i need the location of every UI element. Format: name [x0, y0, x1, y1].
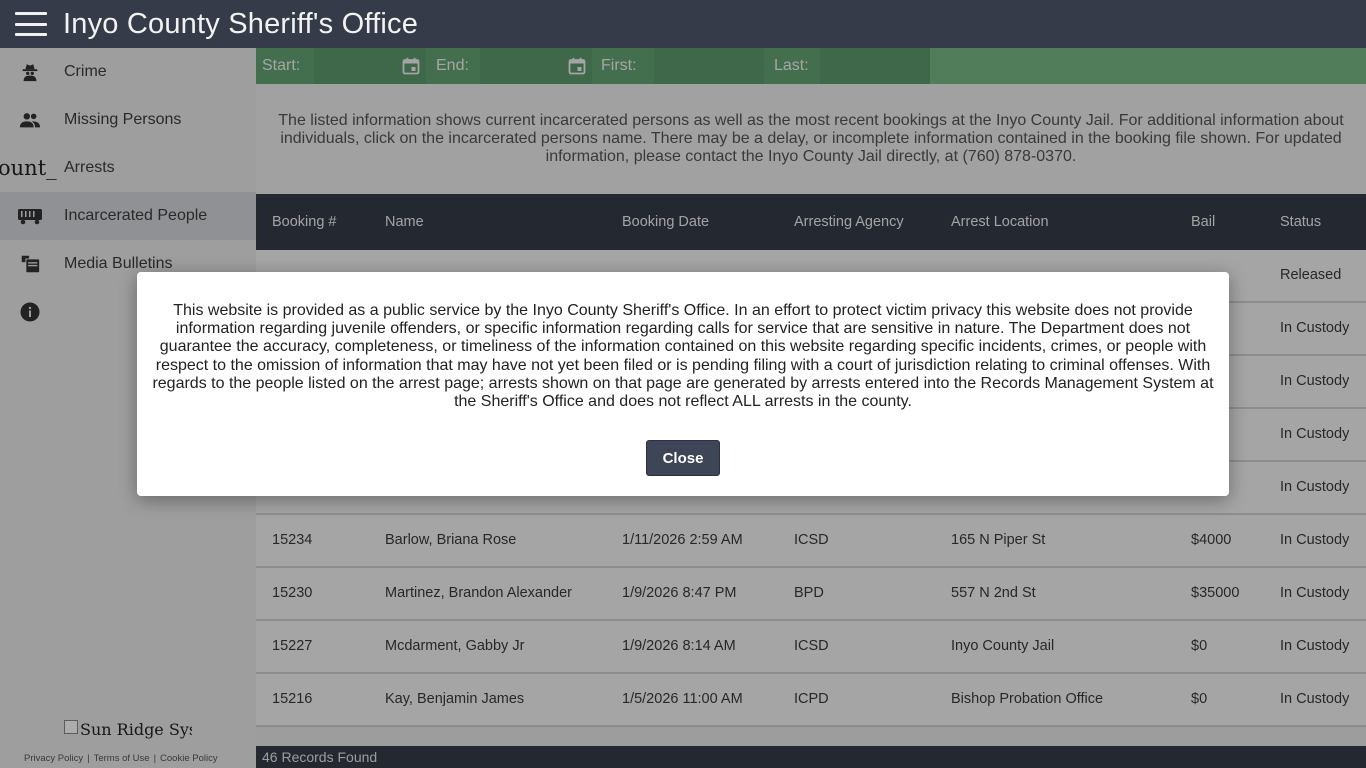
menu-icon[interactable] — [15, 12, 47, 36]
top-bar: Inyo County Sheriff's Office — [0, 0, 1366, 48]
close-button[interactable]: Close — [646, 440, 720, 476]
disclaimer-modal: This website is provided as a public ser… — [137, 272, 1229, 496]
disclaimer-text: This website is provided as a public ser… — [152, 302, 1214, 411]
site-title: Inyo County Sheriff's Office — [63, 7, 419, 40]
